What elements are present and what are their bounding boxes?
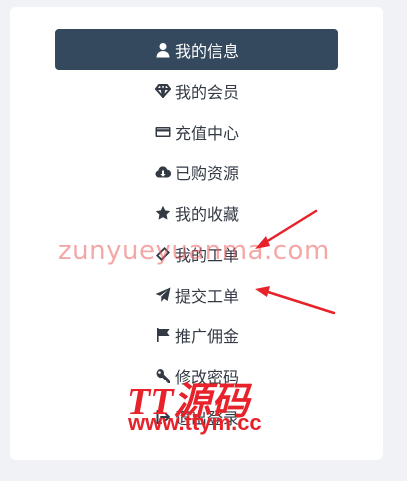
credit-card-icon: [154, 123, 172, 141]
menu-item-label: 我的信息: [174, 41, 239, 61]
user-icon: [154, 41, 172, 59]
menu-item-label: 退出登录: [174, 408, 239, 428]
menu-item-referral-commission[interactable]: 推广佣金: [55, 314, 338, 355]
menu-item-label: 提交工单: [174, 286, 239, 306]
menu-item-my-info[interactable]: 我的信息: [55, 29, 338, 70]
menu-item-label: 我的收藏: [174, 204, 239, 224]
flag-icon: [154, 326, 172, 344]
key-icon: [154, 367, 172, 385]
menu-item-label: 我的工单: [174, 245, 239, 265]
menu-item-logout[interactable]: 退出登录: [55, 396, 338, 437]
paper-plane-icon: [154, 286, 172, 304]
menu-item-my-tickets[interactable]: 我的工单: [55, 233, 338, 274]
sign-out-icon: [154, 408, 172, 426]
menu-item-purchased-resources[interactable]: 已购资源: [55, 151, 338, 192]
menu-item-label: 推广佣金: [174, 326, 239, 346]
star-icon: [154, 204, 172, 222]
menu-item-submit-ticket[interactable]: 提交工单: [55, 274, 338, 315]
cloud-download-icon: [154, 163, 172, 181]
menu-item-label: 修改密码: [174, 367, 239, 387]
menu-item-recharge-center[interactable]: 充值中心: [55, 111, 338, 152]
diamond-icon: [154, 82, 172, 100]
menu-item-change-password[interactable]: 修改密码: [55, 355, 338, 396]
ticket-icon: [154, 245, 172, 263]
menu-item-label: 我的会员: [174, 82, 239, 102]
menu-item-my-membership[interactable]: 我的会员: [55, 70, 338, 111]
menu-item-label: 充值中心: [174, 123, 239, 143]
menu-item-my-favorites[interactable]: 我的收藏: [55, 192, 338, 233]
menu-item-label: 已购资源: [174, 163, 239, 183]
